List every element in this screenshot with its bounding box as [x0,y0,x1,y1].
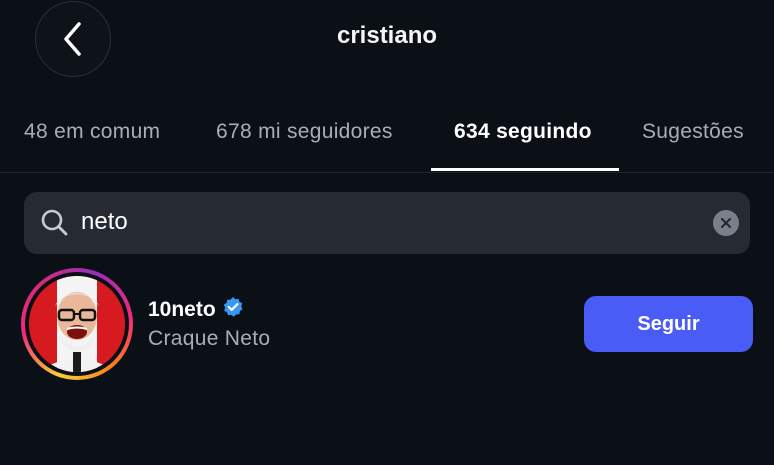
tab-suggestions[interactable]: Sugestões [642,120,744,144]
page-title: cristiano [336,22,438,49]
username[interactable]: 10neto [148,298,216,322]
follow-button[interactable]: Seguir [584,296,753,352]
search-input[interactable]: neto [81,208,128,236]
active-tab-indicator [431,168,619,171]
verified-badge-icon [222,296,244,323]
clear-icon [720,217,732,229]
full-name: Craque Neto [148,327,271,350]
clear-search-button[interactable] [713,210,739,236]
tab-mutual[interactable]: 48 em comum [24,120,160,144]
avatar[interactable] [21,268,133,380]
avatar-image [29,276,125,372]
tab-followers[interactable]: 678 mi seguidores [216,120,393,144]
tab-bar: 48 em comum 678 mi seguidores 634 seguin… [0,100,774,173]
search-icon [41,209,68,236]
search-field[interactable]: neto [24,192,750,254]
list-item[interactable]: 10neto Craque Neto Seguir [0,266,774,382]
tab-following[interactable]: 634 seguindo [454,120,592,144]
